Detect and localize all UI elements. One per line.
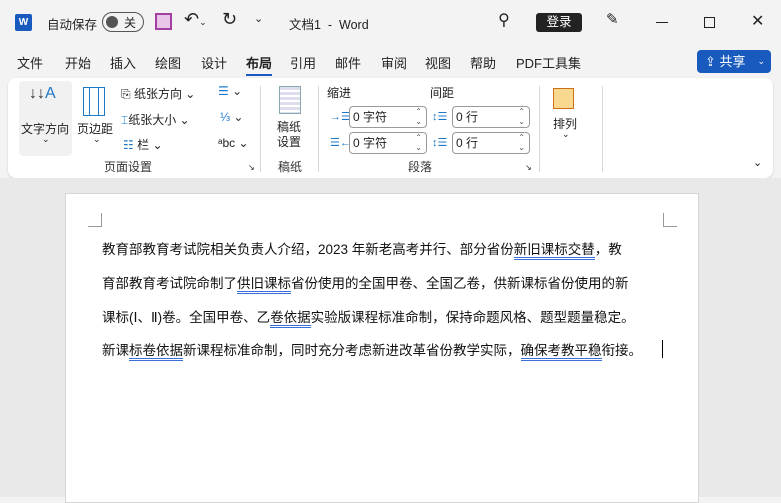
window-title: 文档1 - Word bbox=[289, 18, 369, 32]
tab-5[interactable]: 布局 bbox=[246, 53, 273, 76]
manuscript-group-label: 稿纸 bbox=[278, 160, 303, 174]
arrange-icon bbox=[553, 88, 574, 109]
autosave-toggle[interactable]: 关 bbox=[102, 12, 144, 32]
manuscript-setup-button[interactable]: 稿纸 设置 bbox=[274, 84, 308, 150]
document-line: 课标(Ⅰ、Ⅱ)卷。全国甲卷、乙卷依据实验版课程标准命制，保持命题风格、题型题量稳… bbox=[102, 306, 635, 328]
margins-icon bbox=[83, 87, 105, 116]
grammar-underline-text: 确保考教平稳 bbox=[520, 343, 602, 361]
size-label: 纸张大小 bbox=[128, 113, 177, 127]
feedback-icon[interactable]: ✎ bbox=[606, 10, 619, 28]
columns-button[interactable]: ☷ 栏 ⌄ bbox=[123, 136, 163, 153]
login-button[interactable]: 登录 bbox=[536, 13, 582, 32]
paragraph-group-label: 段落 bbox=[408, 160, 433, 174]
tab-11[interactable]: PDF工具集 bbox=[516, 53, 581, 72]
autosave-label: 自动保存 bbox=[47, 18, 98, 32]
indent-left-icon: →☰ bbox=[330, 111, 351, 123]
text-run: 新课程标准命制，同时充分考虑新进改革省份教学实际， bbox=[183, 343, 521, 358]
grammar-underline-text: 新旧课标交替 bbox=[513, 242, 595, 260]
customize-qat-icon[interactable]: ⌄ bbox=[254, 12, 263, 25]
page-setup-group-label: 页面设置 bbox=[104, 160, 153, 174]
spacing-label: 间距 bbox=[430, 86, 455, 100]
collapse-ribbon-icon[interactable]: ⌄ bbox=[753, 156, 762, 169]
orientation-icon: ⎘ bbox=[121, 87, 134, 101]
share-button[interactable]: ⇪ 共享 ⌄ bbox=[697, 50, 771, 73]
tab-3[interactable]: 绘图 bbox=[155, 53, 181, 72]
hyphenation-button[interactable]: ᵃbc ⌄ bbox=[218, 136, 249, 150]
text-run: 衔接。 bbox=[601, 343, 643, 358]
size-button[interactable]: ⌶纸张大小 ⌄ bbox=[121, 111, 190, 128]
text-direction-icon: ↓↓A bbox=[29, 85, 56, 102]
tab-6[interactable]: 引用 bbox=[290, 53, 316, 72]
document-line: 育部教育考试院命制了供旧课标省份使用的全国甲卷、全国乙卷，供新课标省份使用的新 bbox=[102, 272, 629, 294]
document-line: 教育部教育考试院相关负责人介绍，2023 年新老高考并行、部分省份新旧课标交替，… bbox=[102, 238, 622, 260]
maximize-button[interactable] bbox=[704, 17, 715, 28]
text-run: 省份使用的全国甲卷、全国乙卷，供新课标省份使用的新 bbox=[291, 276, 629, 291]
tab-8[interactable]: 审阅 bbox=[381, 53, 407, 72]
breaks-button[interactable]: ☰ ⌄ bbox=[218, 84, 242, 98]
autosave-state: 关 bbox=[124, 16, 137, 30]
text-run: 教育部教育考试院相关负责人介绍，2023 年新老高考并行、部分省份 bbox=[102, 242, 514, 257]
grammar-underline-text: 卷依据 bbox=[270, 310, 311, 328]
tab-2[interactable]: 插入 bbox=[110, 53, 136, 72]
indent-right-input[interactable]: 0 字符 ⌃ ⌄ bbox=[349, 132, 427, 154]
line-numbers-button[interactable]: ⅓ ⌄ bbox=[220, 110, 243, 124]
tab-1[interactable]: 开始 bbox=[65, 53, 91, 72]
space-before-value: 0 行 bbox=[456, 110, 479, 124]
text-run: ，教 bbox=[594, 242, 622, 257]
margins-button[interactable]: 页边距 ⌄ bbox=[76, 81, 120, 156]
margin-corner-mark bbox=[663, 213, 677, 227]
undo-icon[interactable]: ↶⌄ bbox=[184, 9, 207, 30]
share-label: 共享 bbox=[719, 54, 746, 69]
space-after-value: 0 行 bbox=[456, 136, 479, 150]
document-line: 新课标卷依据新课程标准命制，同时充分考虑新进改革省份教学实际，确保考教平稳衔接。 bbox=[102, 339, 643, 361]
paragraph-launcher-icon[interactable]: ↘ bbox=[525, 163, 532, 172]
chevron-down-icon: ⌄ bbox=[757, 56, 765, 66]
save-icon[interactable] bbox=[155, 13, 172, 30]
orientation-label: 纸张方向 bbox=[133, 87, 182, 101]
close-button[interactable]: ✕ bbox=[751, 11, 764, 31]
text-cursor bbox=[662, 340, 663, 358]
text-direction-button[interactable]: ↓↓A 文字方向 ⌄ bbox=[19, 81, 72, 156]
space-after-input[interactable]: 0 行 ⌃ ⌄ bbox=[452, 132, 530, 154]
grammar-underline-text: 供旧课标 bbox=[237, 276, 291, 294]
orientation-button[interactable]: ⎘ 纸张方向 ⌄ bbox=[121, 85, 195, 102]
ribbon: ↓↓A 文字方向 ⌄ 页边距 ⌄ ⎘ 纸张方向 ⌄ ⌶纸张大小 ⌄ ☷ 栏 ⌄ … bbox=[8, 78, 773, 178]
columns-icon: ☷ bbox=[123, 138, 138, 152]
manuscript-icon bbox=[279, 86, 301, 114]
indent-left-value: 0 字符 bbox=[353, 110, 388, 124]
text-run: 新课 bbox=[102, 343, 129, 358]
margin-corner-mark bbox=[88, 213, 102, 227]
search-icon[interactable]: ⚲ bbox=[498, 10, 510, 30]
arrange-button[interactable]: 排列 ⌄ bbox=[548, 84, 588, 144]
columns-label: 栏 bbox=[137, 138, 150, 152]
indent-left-input[interactable]: 0 字符 ⌃ ⌄ bbox=[349, 106, 427, 128]
text-run: 实验版课程标准命制，保持命题风格、题型题量稳定。 bbox=[310, 310, 635, 325]
share-icon: ⇪ bbox=[705, 54, 720, 69]
manuscript-label-2: 设置 bbox=[277, 135, 302, 149]
tab-9[interactable]: 视图 bbox=[425, 53, 451, 72]
redo-icon[interactable]: ↻ bbox=[222, 9, 237, 30]
tab-7[interactable]: 邮件 bbox=[335, 53, 361, 72]
text-run: 育部教育考试院命制了 bbox=[102, 276, 237, 291]
space-before-input[interactable]: 0 行 ⌃ ⌄ bbox=[452, 106, 530, 128]
minimize-button[interactable] bbox=[656, 22, 668, 23]
indent-right-value: 0 字符 bbox=[353, 136, 388, 150]
page-setup-launcher-icon[interactable]: ↘ bbox=[248, 163, 255, 172]
word-logo-icon: W bbox=[15, 14, 32, 31]
space-after-icon: ↕☰ bbox=[432, 137, 448, 149]
indent-right-icon: ☰← bbox=[330, 137, 351, 149]
grammar-underline-text: 标卷依据 bbox=[129, 343, 183, 361]
tab-0[interactable]: 文件 bbox=[17, 53, 43, 72]
indent-label: 缩进 bbox=[327, 86, 352, 100]
tab-10[interactable]: 帮助 bbox=[470, 53, 496, 72]
space-before-icon: ↕☰ bbox=[432, 111, 448, 123]
text-run: 课标(Ⅰ、Ⅱ)卷。全国甲卷、乙 bbox=[102, 310, 271, 325]
tab-4[interactable]: 设计 bbox=[201, 53, 227, 72]
